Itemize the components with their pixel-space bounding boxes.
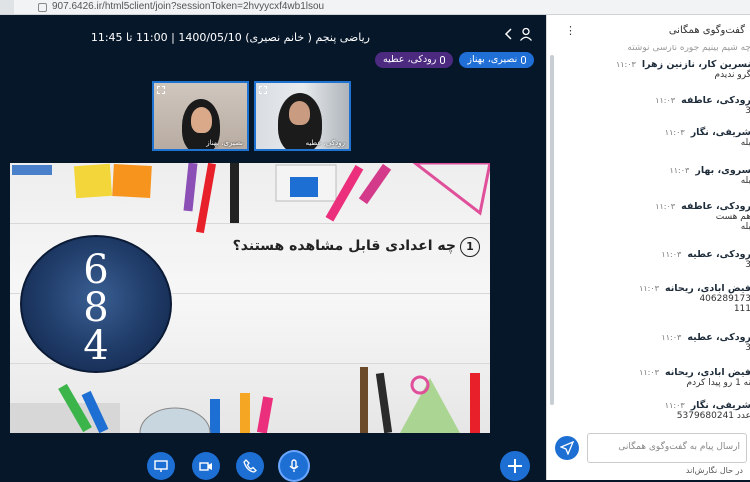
webcam-face (289, 101, 310, 125)
talker-pill[interactable]: نصیری، بهناز (459, 52, 535, 68)
message-time: ۱۱:۰۳ (655, 202, 676, 211)
audio-button[interactable] (236, 452, 264, 480)
webcam-video[interactable]: نصیری، بهناز (152, 81, 249, 151)
url-text[interactable]: 907.6426.ir/html5client/join?sessionToke… (52, 0, 324, 14)
options-icon[interactable]: ⋮ (565, 24, 576, 37)
logo-digit: 4 (83, 323, 109, 369)
webcam-video[interactable]: رودکی، عطیه (254, 81, 351, 151)
chat-messages: چه شیم بینیم جوره نارسی نوشته نسرین کار،… (547, 45, 750, 423)
message-text: عدد 5379680241 (676, 411, 750, 421)
message-text: چه شیم بینیم جوره نارسی نوشته (627, 45, 750, 53)
meeting-title: ریاضی پنجم ( خانم نصیری) 1400/05/10 | 11… (90, 31, 370, 44)
message-text: هم هست (715, 212, 750, 222)
microphone-icon (440, 56, 446, 64)
microphone-icon (521, 56, 527, 64)
message-time: ۱۱:۰۳ (655, 96, 676, 105)
chat-message: شریفی، نگار۱۱:۰۳ بله (553, 127, 750, 148)
message-author: نسرین کار، نازنین زهرا۱۱:۰۳ (615, 59, 750, 70)
message-author: سروی، بهار۱۱:۰۳ (669, 165, 750, 176)
send-message-button[interactable] (555, 436, 579, 460)
message-text: 111 (733, 304, 750, 314)
presentation-slide[interactable]: 6 8 4 1چه اعدادی قابل مشاهده هستند؟ (10, 163, 490, 433)
message-author: شریفی، نگار۱۱:۰۳ (664, 127, 750, 138)
chat-message: سروی، بهار۱۱:۰۳ بله (553, 165, 750, 186)
talker-name: رودکی، عطیه (383, 54, 437, 65)
webcam-name: نصیری، بهناز (206, 139, 243, 147)
numbers-logo: 6 8 4 (20, 235, 172, 373)
phone-icon (243, 459, 257, 473)
microphone-icon (289, 459, 299, 472)
fullscreen-icon[interactable] (259, 86, 267, 94)
message-text: نه 1 رو پیدا کردم (686, 378, 750, 388)
chat-title: گفت‌وگوی همگانی (668, 25, 745, 36)
message-time: ۱۱:۰۳ (661, 250, 682, 259)
browser-tab-edge (0, 0, 14, 14)
webcam-face (191, 107, 212, 133)
message-author: فیض ابادی، ریحانه۱۱:۰۳ (639, 283, 750, 294)
message-time: ۱۱:۰۳ (615, 60, 636, 69)
message-text: 3 (745, 260, 750, 270)
public-chat-panel: گفت‌وگوی همگانی ⋮ چه شیم بینیم جوره نارس… (546, 15, 750, 480)
camera-icon (199, 462, 212, 471)
message-author: رودکی، عاطفه۱۱:۰۳ (655, 201, 750, 212)
message-text: بله (740, 138, 750, 148)
share-webcam-button[interactable] (192, 452, 220, 480)
typing-indicator: در حال نگارش‌اند (685, 466, 743, 475)
message-text: 3 (745, 343, 750, 353)
talker-name: نصیری، بهناز (467, 54, 518, 65)
message-time: ۱۱:۰۳ (661, 333, 682, 342)
user-icon[interactable] (519, 27, 533, 41)
chat-message: رودکی، عاطفه۱۱:۰۳ هم هست بله (553, 201, 750, 232)
actions-plus-button[interactable] (500, 451, 530, 481)
message-author: رودکی، عطیه۱۱:۰۳ (661, 332, 750, 343)
mute-button[interactable] (280, 452, 308, 480)
message-text: 3 (745, 106, 750, 116)
message-time: ۱۱:۰۳ (664, 128, 685, 137)
chat-message: نسرین کار، نازنین زهرا۱۱:۰۳ گرو ندیدم (553, 59, 750, 80)
plus-icon (508, 459, 522, 473)
chevron-left-icon[interactable] (503, 27, 515, 41)
talker-pill[interactable]: رودکی، عطیه (375, 52, 454, 68)
main-area: ریاضی پنجم ( خانم نصیری) 1400/05/10 | 11… (0, 15, 545, 482)
logo-digit: 8 (83, 285, 109, 331)
message-text: گرو ندیدم (714, 70, 750, 80)
top-bar: ریاضی پنجم ( خانم نصیری) 1400/05/10 | 11… (0, 15, 545, 55)
question-text: چه اعدادی قابل مشاهده هستند؟ (232, 238, 456, 254)
talking-indicators: رودکی، عطیه نصیری، بهناز (375, 52, 535, 68)
message-text: بله (740, 176, 750, 186)
send-icon (560, 441, 574, 455)
message-time: ۱۱:۰۳ (664, 401, 685, 410)
browser-url-bar[interactable]: 907.6426.ir/html5client/join?sessionToke… (0, 0, 750, 15)
chat-message: فیض ابادی، ریحانه۱۱:۰۳ نه 1 رو پیدا کردم (553, 367, 750, 388)
message-author: رودکی، عطیه۱۱:۰۳ (661, 249, 750, 260)
chat-message: شریفی، نگار۱۱:۰۳ عدد 5379680241 (553, 400, 750, 421)
message-time: ۱۱:۰۳ (639, 284, 659, 293)
chat-message-input[interactable]: ارسال پیام به گفت‌وگوی همگانی (587, 433, 747, 463)
chat-message: رودکی، عطیه۱۱:۰۳ 3 (553, 249, 750, 270)
message-text: بله (740, 222, 750, 232)
fullscreen-icon[interactable] (157, 86, 165, 94)
logo-digit: 6 (83, 247, 109, 293)
message-time: ۱۱:۰۳ (639, 368, 659, 377)
share-screen-button[interactable] (147, 452, 175, 480)
chat-message: فیض ابادی، ریحانه۱۱:۰۳ 406289173 111 (553, 283, 750, 314)
message-text: 406289173 (699, 294, 750, 304)
chat-header: گفت‌وگوی همگانی ⋮ (547, 15, 750, 45)
chat-message: چه شیم بینیم جوره نارسی نوشته (553, 45, 750, 53)
lock-icon (38, 3, 47, 12)
slide-question: 1چه اعدادی قابل مشاهده هستند؟ (233, 237, 480, 257)
chat-message: رودکی، عاطفه۱۱:۰۳ 3 (553, 95, 750, 116)
message-time: ۱۱:۰۳ (669, 166, 690, 175)
message-author: رودکی، عاطفه۱۱:۰۳ (655, 95, 750, 106)
chat-message: رودکی، عطیه۱۱:۰۳ 3 (553, 332, 750, 353)
message-author: شریفی، نگار۱۱:۰۳ (664, 400, 750, 411)
action-bar (0, 451, 545, 482)
monitor-icon (154, 460, 168, 472)
question-number: 1 (460, 237, 480, 257)
webcam-name: رودکی، عطیه (305, 139, 345, 147)
message-author: فیض ابادی، ریحانه۱۱:۰۳ (639, 367, 750, 378)
